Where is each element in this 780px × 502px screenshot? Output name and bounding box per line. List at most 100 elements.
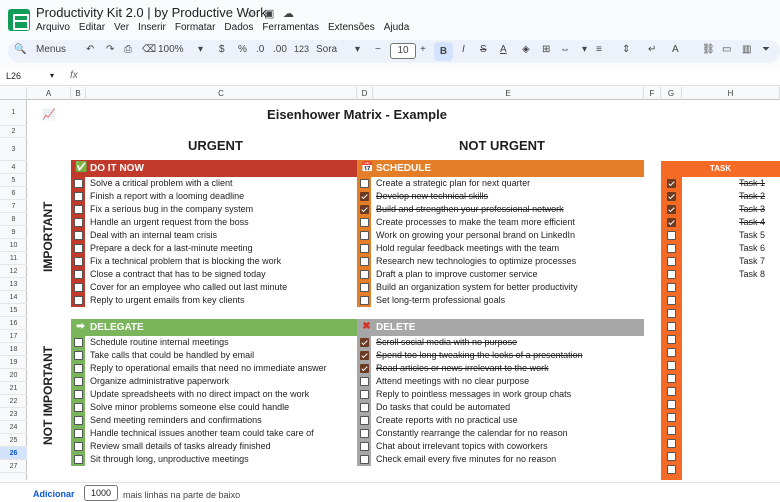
- task-text[interactable]: Handle technical issues another team cou…: [90, 427, 314, 440]
- menu-item[interactable]: Inserir: [138, 22, 166, 33]
- task-checkbox[interactable]: [360, 442, 369, 451]
- task-text[interactable]: Check email every five minutes for no re…: [376, 453, 556, 466]
- vertical-align-icon[interactable]: ⇕: [622, 44, 630, 55]
- borders-icon[interactable]: ⊞: [542, 44, 550, 55]
- task-text[interactable]: Review small details of tasks already fi…: [90, 440, 271, 453]
- row-header[interactable]: 1: [0, 100, 27, 126]
- task-checkbox[interactable]: [360, 257, 369, 266]
- increase-decimal-button[interactable]: .00: [273, 44, 287, 55]
- task-text[interactable]: Build an organization system for better …: [376, 281, 578, 294]
- row-header[interactable]: 10: [0, 239, 27, 252]
- task-text[interactable]: Create processes to make the team more e…: [376, 216, 575, 229]
- column-header[interactable]: E: [373, 87, 644, 100]
- task-checkbox[interactable]: [74, 429, 83, 438]
- task-checkbox[interactable]: [360, 390, 369, 399]
- task-checkbox[interactable]: [667, 179, 676, 188]
- menu-item[interactable]: Extensões: [328, 22, 375, 33]
- star-icon[interactable]: ☆: [246, 7, 256, 20]
- task-text[interactable]: Close a contract that has to be signed t…: [90, 268, 266, 281]
- insert-comment-icon[interactable]: ▭: [722, 44, 731, 55]
- task-text[interactable]: Reply to pointless messages in work grou…: [376, 388, 571, 401]
- select-all-corner[interactable]: [0, 87, 27, 100]
- zoom-select[interactable]: 100%: [158, 44, 184, 55]
- filter-icon[interactable]: ⏷: [762, 44, 770, 55]
- task-checkbox[interactable]: [74, 192, 83, 201]
- task-text[interactable]: Cover for an employee who called out las…: [90, 281, 287, 294]
- column-header[interactable]: A: [27, 87, 71, 100]
- task-text[interactable]: Chat about irrelevant topics with cowork…: [376, 440, 548, 453]
- task-text[interactable]: Take calls that could be handled by emai…: [90, 349, 254, 362]
- text-wrap-icon[interactable]: ↵: [648, 44, 656, 55]
- menu-item[interactable]: Ajuda: [384, 22, 410, 33]
- document-title[interactable]: Productivity Kit 2.0 | by Productive Wor…: [36, 5, 267, 20]
- task-checkbox[interactable]: [74, 218, 83, 227]
- task-text[interactable]: Do tasks that could be automated: [376, 401, 510, 414]
- menu-item[interactable]: Arquivo: [36, 22, 70, 33]
- row-header[interactable]: 13: [0, 278, 27, 291]
- menu-item[interactable]: Editar: [79, 22, 105, 33]
- task-text[interactable]: Fix a technical problem that is blocking…: [90, 255, 281, 268]
- task-checkbox[interactable]: [667, 452, 676, 461]
- task-text[interactable]: Task 2: [739, 190, 765, 203]
- task-checkbox[interactable]: [667, 205, 676, 214]
- task-checkbox[interactable]: [360, 364, 369, 373]
- merge-cells-icon[interactable]: ⇔: [560, 44, 570, 55]
- add-rows-button[interactable]: Adicionar: [33, 489, 75, 499]
- fill-color-icon[interactable]: ◈: [522, 44, 530, 55]
- row-header[interactable]: 19: [0, 356, 27, 369]
- text-color-icon[interactable]: A: [500, 44, 507, 55]
- task-checkbox[interactable]: [667, 231, 676, 240]
- task-text[interactable]: Reply to urgent emails from key clients: [90, 294, 245, 307]
- task-checkbox[interactable]: [74, 257, 83, 266]
- menus-search[interactable]: Menus: [36, 44, 66, 55]
- task-checkbox[interactable]: [667, 322, 676, 331]
- bold-icon[interactable]: B: [434, 42, 453, 61]
- paint-format-icon[interactable]: ⌫: [142, 44, 156, 55]
- task-text[interactable]: Update spreadsheets with no direct impac…: [90, 388, 309, 401]
- task-checkbox[interactable]: [667, 348, 676, 357]
- menu-item[interactable]: Formatar: [175, 22, 216, 33]
- task-text[interactable]: Organize administrative paperwork: [90, 375, 229, 388]
- row-header[interactable]: 3: [0, 138, 27, 161]
- task-checkbox[interactable]: [667, 257, 676, 266]
- task-checkbox[interactable]: [667, 361, 676, 370]
- row-header[interactable]: 12: [0, 265, 27, 278]
- text-rotation-icon[interactable]: A: [672, 44, 679, 55]
- row-header[interactable]: 11: [0, 252, 27, 265]
- task-checkbox[interactable]: [360, 351, 369, 360]
- row-header[interactable]: 2: [0, 126, 27, 138]
- task-text[interactable]: Task 3: [739, 203, 765, 216]
- row-header[interactable]: 18: [0, 343, 27, 356]
- column-header[interactable]: G: [661, 87, 682, 100]
- row-header[interactable]: 26: [0, 447, 27, 460]
- task-checkbox[interactable]: [74, 403, 83, 412]
- task-checkbox[interactable]: [667, 218, 676, 227]
- task-checkbox[interactable]: [360, 179, 369, 188]
- task-checkbox[interactable]: [667, 192, 676, 201]
- task-checkbox[interactable]: [667, 374, 676, 383]
- row-header[interactable]: 27: [0, 460, 27, 473]
- task-checkbox[interactable]: [667, 296, 676, 305]
- task-checkbox[interactable]: [74, 270, 83, 279]
- row-header[interactable]: 20: [0, 369, 27, 382]
- task-text[interactable]: Work on growing your personal brand on L…: [376, 229, 575, 242]
- row-header[interactable]: 4: [0, 161, 27, 174]
- task-checkbox[interactable]: [360, 296, 369, 305]
- task-text[interactable]: Task 8: [739, 268, 765, 281]
- row-header[interactable]: 21: [0, 382, 27, 395]
- currency-button[interactable]: $: [219, 44, 225, 55]
- task-checkbox[interactable]: [74, 390, 83, 399]
- task-checkbox[interactable]: [360, 338, 369, 347]
- undo-icon[interactable]: ↶: [86, 44, 94, 55]
- task-text[interactable]: Task 4: [739, 216, 765, 229]
- move-folder-icon[interactable]: ▣: [264, 7, 274, 20]
- task-checkbox[interactable]: [360, 192, 369, 201]
- font-size-input[interactable]: 10: [390, 43, 416, 59]
- task-checkbox[interactable]: [667, 400, 676, 409]
- redo-icon[interactable]: ↷: [106, 44, 114, 55]
- menu-item[interactable]: Ferramentas: [262, 22, 319, 33]
- menu-item[interactable]: Ver: [114, 22, 129, 33]
- task-checkbox[interactable]: [360, 283, 369, 292]
- task-text[interactable]: Solve a critical problem with a client: [90, 177, 233, 190]
- task-text[interactable]: Task 6: [739, 242, 765, 255]
